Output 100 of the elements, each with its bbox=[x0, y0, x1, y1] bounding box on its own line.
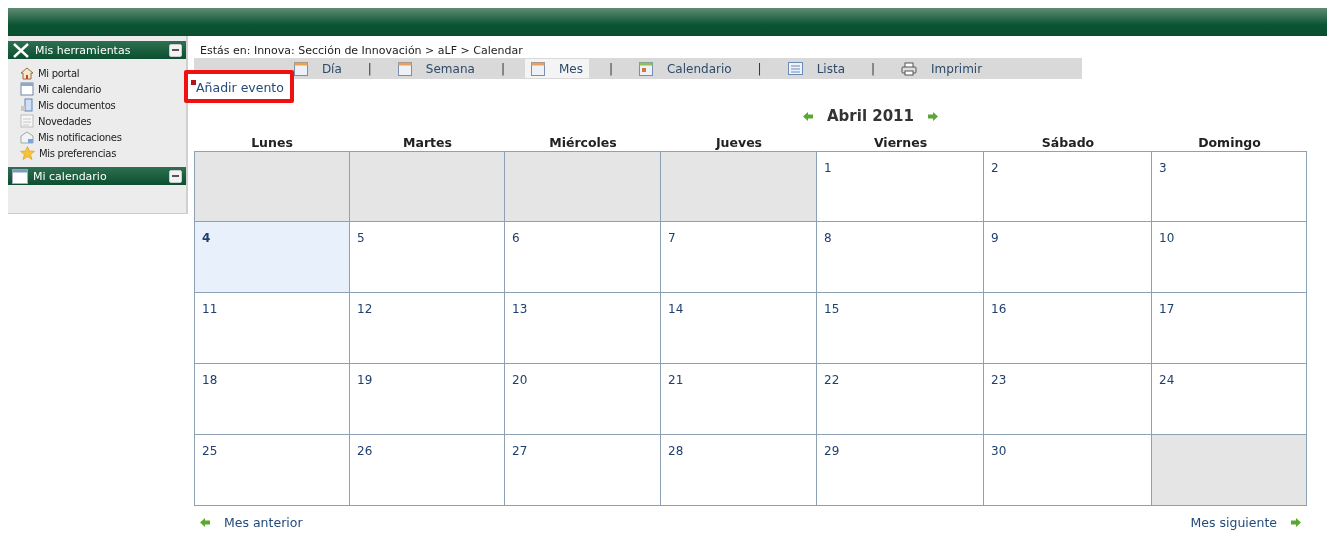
page-icon bbox=[20, 114, 34, 128]
day-number[interactable]: 24 bbox=[1159, 373, 1175, 387]
day-cell[interactable]: 26 bbox=[350, 435, 505, 506]
day-cell[interactable]: 28 bbox=[661, 435, 817, 506]
day-cell[interactable]: 8 bbox=[817, 222, 984, 293]
day-number[interactable]: 3 bbox=[1159, 161, 1167, 175]
previous-month-link[interactable]: Mes anterior bbox=[224, 515, 303, 530]
day-number[interactable]: 27 bbox=[512, 444, 528, 458]
day-cell[interactable]: 18 bbox=[194, 364, 350, 435]
day-cell[interactable]: 30 bbox=[984, 435, 1152, 506]
calendar-icon bbox=[20, 82, 34, 96]
day-cell[interactable]: 9 bbox=[984, 222, 1152, 293]
day-number[interactable]: 9 bbox=[991, 231, 999, 245]
day-number[interactable]: 8 bbox=[824, 231, 832, 245]
day-cell[interactable]: 10 bbox=[1152, 222, 1307, 293]
day-cell[interactable]: 29 bbox=[817, 435, 984, 506]
day-number[interactable]: 2 bbox=[991, 161, 999, 175]
view-tab[interactable]: Lista bbox=[781, 59, 851, 78]
day-cell[interactable]: 7 bbox=[661, 222, 817, 293]
day-number[interactable]: 14 bbox=[668, 302, 684, 316]
view-tab[interactable]: Mes bbox=[524, 59, 589, 78]
view-tab[interactable]: Día bbox=[287, 59, 348, 78]
day-number[interactable]: 17 bbox=[1159, 302, 1175, 316]
day-cell[interactable]: 24 bbox=[1152, 364, 1307, 435]
day-cell[interactable]: 13 bbox=[505, 293, 661, 364]
day-cell[interactable]: 17 bbox=[1152, 293, 1307, 364]
arrow-right-icon[interactable] bbox=[928, 111, 938, 121]
calendar-icon bbox=[397, 61, 412, 76]
add-event-link[interactable]: Añadir evento bbox=[194, 80, 284, 95]
day-number[interactable]: 10 bbox=[1159, 231, 1175, 245]
day-cell[interactable]: 1 bbox=[817, 151, 984, 222]
sidebar-link[interactable]: Mis documentos bbox=[20, 97, 186, 113]
collapse-button[interactable] bbox=[169, 169, 182, 183]
envelope-icon bbox=[20, 130, 34, 144]
weekday-header: Domingo bbox=[1197, 135, 1262, 151]
day-cell[interactable]: 20 bbox=[505, 364, 661, 435]
sidebar-link[interactable]: Novedades bbox=[20, 113, 186, 129]
calendar-icon bbox=[12, 168, 28, 184]
day-number[interactable]: 15 bbox=[824, 302, 840, 316]
day-number[interactable]: 7 bbox=[668, 231, 676, 245]
day-number[interactable]: 25 bbox=[202, 444, 218, 458]
day-cell[interactable]: 19 bbox=[350, 364, 505, 435]
day-number[interactable]: 5 bbox=[357, 231, 365, 245]
sidebar-link[interactable]: Mis notificaciones bbox=[20, 129, 186, 145]
arrow-left-icon[interactable] bbox=[803, 111, 813, 121]
day-cell[interactable]: 21 bbox=[661, 364, 817, 435]
day-cell[interactable]: 11 bbox=[194, 293, 350, 364]
day-number[interactable]: 16 bbox=[991, 302, 1007, 316]
day-number[interactable]: 6 bbox=[512, 231, 520, 245]
separator: | bbox=[757, 61, 762, 76]
separator: | bbox=[608, 61, 613, 76]
view-tab[interactable]: Semana bbox=[391, 59, 481, 78]
sidebar-link[interactable]: Mi calendario bbox=[20, 81, 186, 97]
day-cell[interactable]: 3 bbox=[1152, 151, 1307, 222]
collapse-button[interactable] bbox=[169, 43, 182, 57]
printer-icon bbox=[901, 61, 918, 76]
day-cell[interactable]: 23 bbox=[984, 364, 1152, 435]
day-number[interactable]: 12 bbox=[357, 302, 373, 316]
day-cell[interactable]: 27 bbox=[505, 435, 661, 506]
panel-title: Mi calendario bbox=[33, 169, 108, 183]
day-cell[interactable]: 25 bbox=[194, 435, 350, 506]
day-cell[interactable]: 22 bbox=[817, 364, 984, 435]
breadcrumb: Estás en: Innova: Sección de Innovación > aLF > Calendar bbox=[199, 44, 524, 58]
day-number[interactable]: 13 bbox=[512, 302, 528, 316]
sidebar-link[interactable]: Mis preferencias bbox=[20, 145, 186, 161]
day-number[interactable]: 28 bbox=[668, 444, 684, 458]
separator: | bbox=[871, 61, 876, 76]
arrow-right-icon[interactable] bbox=[1291, 518, 1301, 527]
day-number[interactable]: 26 bbox=[357, 444, 373, 458]
day-number[interactable]: 4 bbox=[202, 231, 211, 245]
day-number[interactable]: 19 bbox=[357, 373, 373, 387]
day-number[interactable]: 23 bbox=[991, 373, 1007, 387]
day-cell[interactable]: 14 bbox=[661, 293, 817, 364]
month-title: Abril 2011 bbox=[827, 107, 914, 125]
document-icon bbox=[20, 98, 34, 112]
day-number[interactable]: 20 bbox=[512, 373, 528, 387]
day-number[interactable]: 11 bbox=[202, 302, 218, 316]
day-cell[interactable]: 5 bbox=[350, 222, 505, 293]
day-number[interactable]: 21 bbox=[668, 373, 684, 387]
weekday-header: Viernes bbox=[872, 135, 929, 151]
star-icon bbox=[20, 146, 35, 160]
arrow-left-icon[interactable] bbox=[200, 518, 210, 527]
house-icon bbox=[20, 66, 34, 80]
day-cell[interactable]: 12 bbox=[350, 293, 505, 364]
sidebar-link[interactable]: Mi portal bbox=[20, 65, 186, 81]
day-cell[interactable]: 16 bbox=[984, 293, 1152, 364]
day-number[interactable]: 1 bbox=[824, 161, 832, 175]
day-cell[interactable]: 4 bbox=[194, 222, 350, 293]
view-tab[interactable]: Imprimir bbox=[895, 59, 989, 78]
next-month-link[interactable]: Mes siguiente bbox=[1190, 515, 1277, 530]
day-cell[interactable]: 15 bbox=[817, 293, 984, 364]
list-icon bbox=[787, 62, 803, 75]
day-number[interactable]: 18 bbox=[202, 373, 218, 387]
day-cell[interactable]: 2 bbox=[984, 151, 1152, 222]
day-number[interactable]: 22 bbox=[824, 373, 840, 387]
day-number[interactable]: 29 bbox=[824, 444, 840, 458]
view-tab[interactable]: Calendario bbox=[632, 59, 738, 78]
weekday-header: Martes bbox=[402, 135, 453, 151]
day-number[interactable]: 30 bbox=[991, 444, 1007, 458]
day-cell[interactable]: 6 bbox=[505, 222, 661, 293]
